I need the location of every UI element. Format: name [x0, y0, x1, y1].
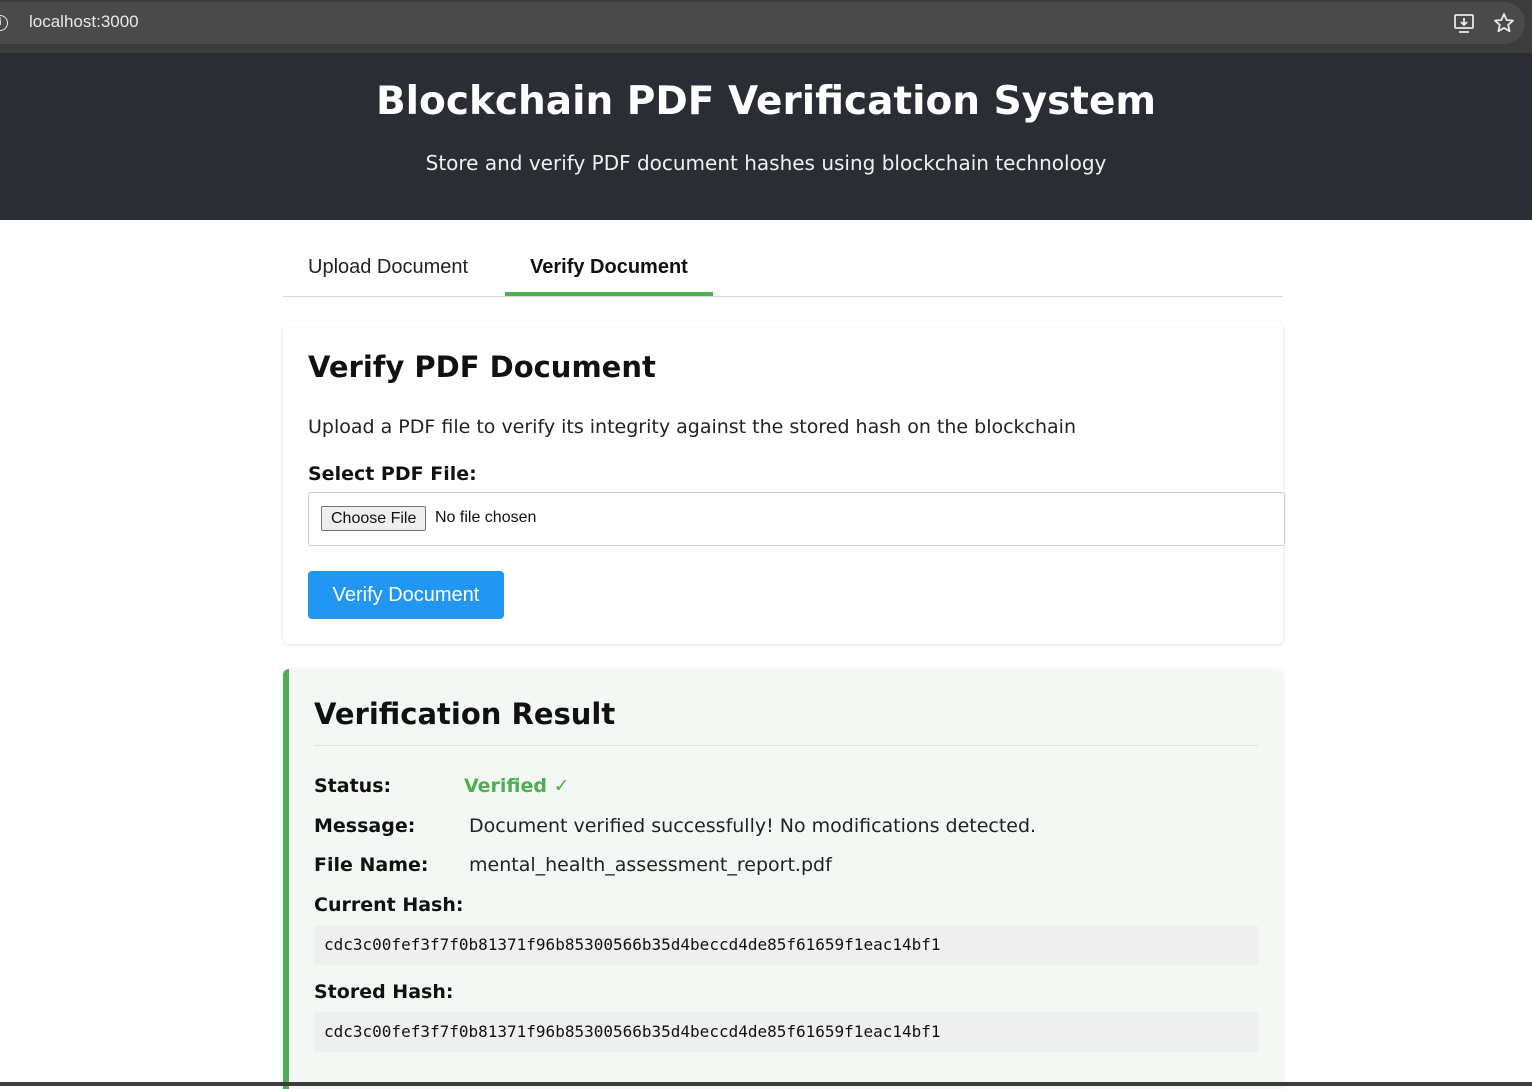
current-hash-value: cdc3c00fef3f7f0b81371f96b85300566b35d4be… [324, 935, 941, 954]
bottom-edge [0, 1082, 1532, 1086]
stored-hash-value: cdc3c00fef3f7f0b81371f96b85300566b35d4be… [324, 1022, 941, 1041]
app-header: Blockchain PDF Verification System Store… [0, 53, 1532, 220]
stored-hash-label: Stored Hash: [314, 981, 454, 1003]
bookmark-star-icon[interactable] [1493, 12, 1515, 34]
verify-document-button[interactable]: Verify Document [308, 571, 504, 619]
status-value: Verified ✓ [464, 775, 570, 797]
status-label: Status: [314, 775, 392, 797]
file-status-text: No file chosen [435, 509, 537, 526]
current-hash-label: Current Hash: [314, 894, 464, 916]
address-bar[interactable] [0, 2, 1525, 44]
tab-upload-document[interactable]: Upload Document [308, 256, 468, 279]
stored-hash-box: cdc3c00fef3f7f0b81371f96b85300566b35d4be… [314, 1012, 1258, 1052]
install-app-icon[interactable] [1453, 13, 1477, 35]
file-input-label: Select PDF File: [308, 463, 477, 485]
file-name-label: File Name: [314, 854, 429, 876]
file-name-value: mental_health_assessment_report.pdf [469, 854, 832, 876]
choose-file-button[interactable]: Choose File [321, 506, 427, 531]
app-title: Blockchain PDF Verification System [375, 79, 1157, 124]
verify-card-title: Verify PDF Document [308, 350, 656, 384]
active-tab-indicator [505, 292, 713, 296]
browser-toolbar: i localhost:3000 [0, 0, 1532, 53]
result-divider [314, 745, 1258, 746]
verify-card: Verify PDF Document Upload a PDF file to… [283, 322, 1285, 644]
file-input[interactable]: Choose File No file chosen [308, 492, 1285, 546]
tab-bar: Upload Document Verify Document [283, 240, 1283, 297]
verification-result-panel: Verification Result Status: Verified ✓ M… [283, 669, 1283, 1089]
message-label: Message: [314, 815, 416, 837]
tab-verify-document[interactable]: Verify Document [530, 256, 688, 279]
current-hash-box: cdc3c00fef3f7f0b81371f96b85300566b35d4be… [314, 925, 1258, 965]
app-subtitle: Store and verify PDF document hashes usi… [425, 151, 1107, 175]
message-value: Document verified successfully! No modif… [469, 815, 1037, 837]
result-title: Verification Result [314, 697, 616, 731]
address-bar-url[interactable]: localhost:3000 [29, 12, 139, 32]
verify-card-description: Upload a PDF file to verify its integrit… [308, 416, 1077, 438]
